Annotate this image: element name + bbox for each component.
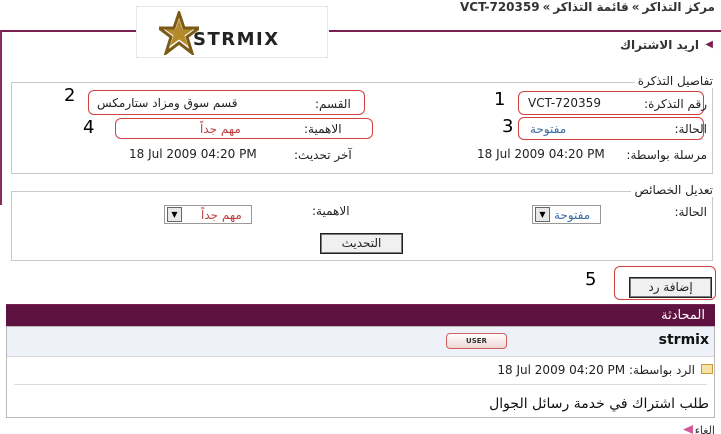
- add-reply-button[interactable]: إضافة رد: [629, 277, 712, 298]
- chevron-down-icon[interactable]: ▼: [535, 207, 550, 222]
- department-label: القسم:: [315, 97, 351, 111]
- breadcrumb-item-ticket-id: VCT-720359: [459, 0, 540, 14]
- ticket-number-value: VCT-720359: [528, 96, 601, 110]
- message-author-name: strmix: [658, 332, 709, 348]
- department-value: قسم سوق ومزاد ستارمكس: [97, 96, 238, 110]
- header-rule-left: [0, 30, 136, 32]
- breadcrumb-item-ticket-center[interactable]: مركز التذاكر: [642, 0, 715, 14]
- priority-select-value: مهم جداً: [201, 208, 242, 222]
- site-logo[interactable]: STRMIX: [136, 6, 328, 58]
- annotation-number-1: 1: [494, 89, 506, 110]
- header-rule-right: [329, 30, 721, 32]
- priority-label: الاهمية:: [304, 122, 342, 136]
- annotation-number-5: 5: [585, 269, 597, 290]
- reply-by-label: الرد بواسطة:: [628, 363, 695, 377]
- chevron-down-icon[interactable]: ▼: [167, 207, 182, 222]
- annotation-number-2: 2: [64, 85, 76, 106]
- message-divider: [14, 384, 707, 385]
- status-select-value: مفتوحة: [554, 208, 591, 222]
- status-value: مفتوحة: [530, 122, 567, 136]
- logo-text: STRMIX: [193, 29, 280, 50]
- annotation-number-4: 4: [83, 117, 95, 138]
- edit-properties-legend: تعديل الخصائص: [631, 183, 716, 197]
- breadcrumb-item-ticket-list[interactable]: قائمة التذاكر: [553, 0, 628, 14]
- ticket-number-label: رقم التذكرة:: [644, 97, 707, 111]
- envelope-icon: [701, 364, 713, 374]
- ticket-details-legend: تفاصيل التذكرة: [634, 74, 716, 88]
- cancel-link[interactable]: الغاء: [695, 424, 715, 434]
- pink-bullet-icon: [683, 425, 693, 434]
- breadcrumb: مركز التذاكر»قائمة التذاكر»VCT-720359: [460, 0, 715, 16]
- updated-label: آخر تحديث:: [294, 148, 352, 162]
- message-author-row: [7, 327, 714, 357]
- message-body: طلب اشتراك في خدمة رسائل الجوال: [489, 396, 709, 412]
- page-title: اريد الاشتراك: [620, 38, 699, 52]
- conversation-title: المحادثة: [661, 308, 705, 323]
- conversation-header: المحادثة: [6, 304, 715, 326]
- breadcrumb-separator: »: [631, 0, 640, 14]
- sent-date-value: 18 Jul 2009 04:20 PM: [477, 147, 605, 161]
- breadcrumb-separator: »: [542, 0, 551, 14]
- status-label: الحالة:: [674, 122, 707, 136]
- title-arrow-icon: ◀: [705, 39, 713, 50]
- annotation-number-3: 3: [502, 116, 514, 137]
- status-select[interactable]: ▼ مفتوحة: [532, 205, 601, 224]
- priority-select[interactable]: ▼ مهم جداً: [164, 205, 252, 224]
- edit-priority-label: الاهمية:: [312, 204, 350, 218]
- update-button[interactable]: التحديث: [320, 233, 403, 254]
- user-role-badge: USER: [446, 333, 507, 349]
- sent-by-label: مرسلة بواسطة:: [626, 148, 707, 162]
- reply-date: 18 Jul 2009 04:20 PM: [497, 363, 626, 377]
- priority-value: مهم جداً: [200, 122, 241, 136]
- edit-status-label: الحالة:: [674, 205, 707, 219]
- reply-meta: الرد بواسطة: 18 Jul 2009 04:20 PM: [497, 363, 695, 377]
- left-border: [0, 30, 2, 205]
- updated-date-value: 18 Jul 2009 04:20 PM: [129, 147, 257, 161]
